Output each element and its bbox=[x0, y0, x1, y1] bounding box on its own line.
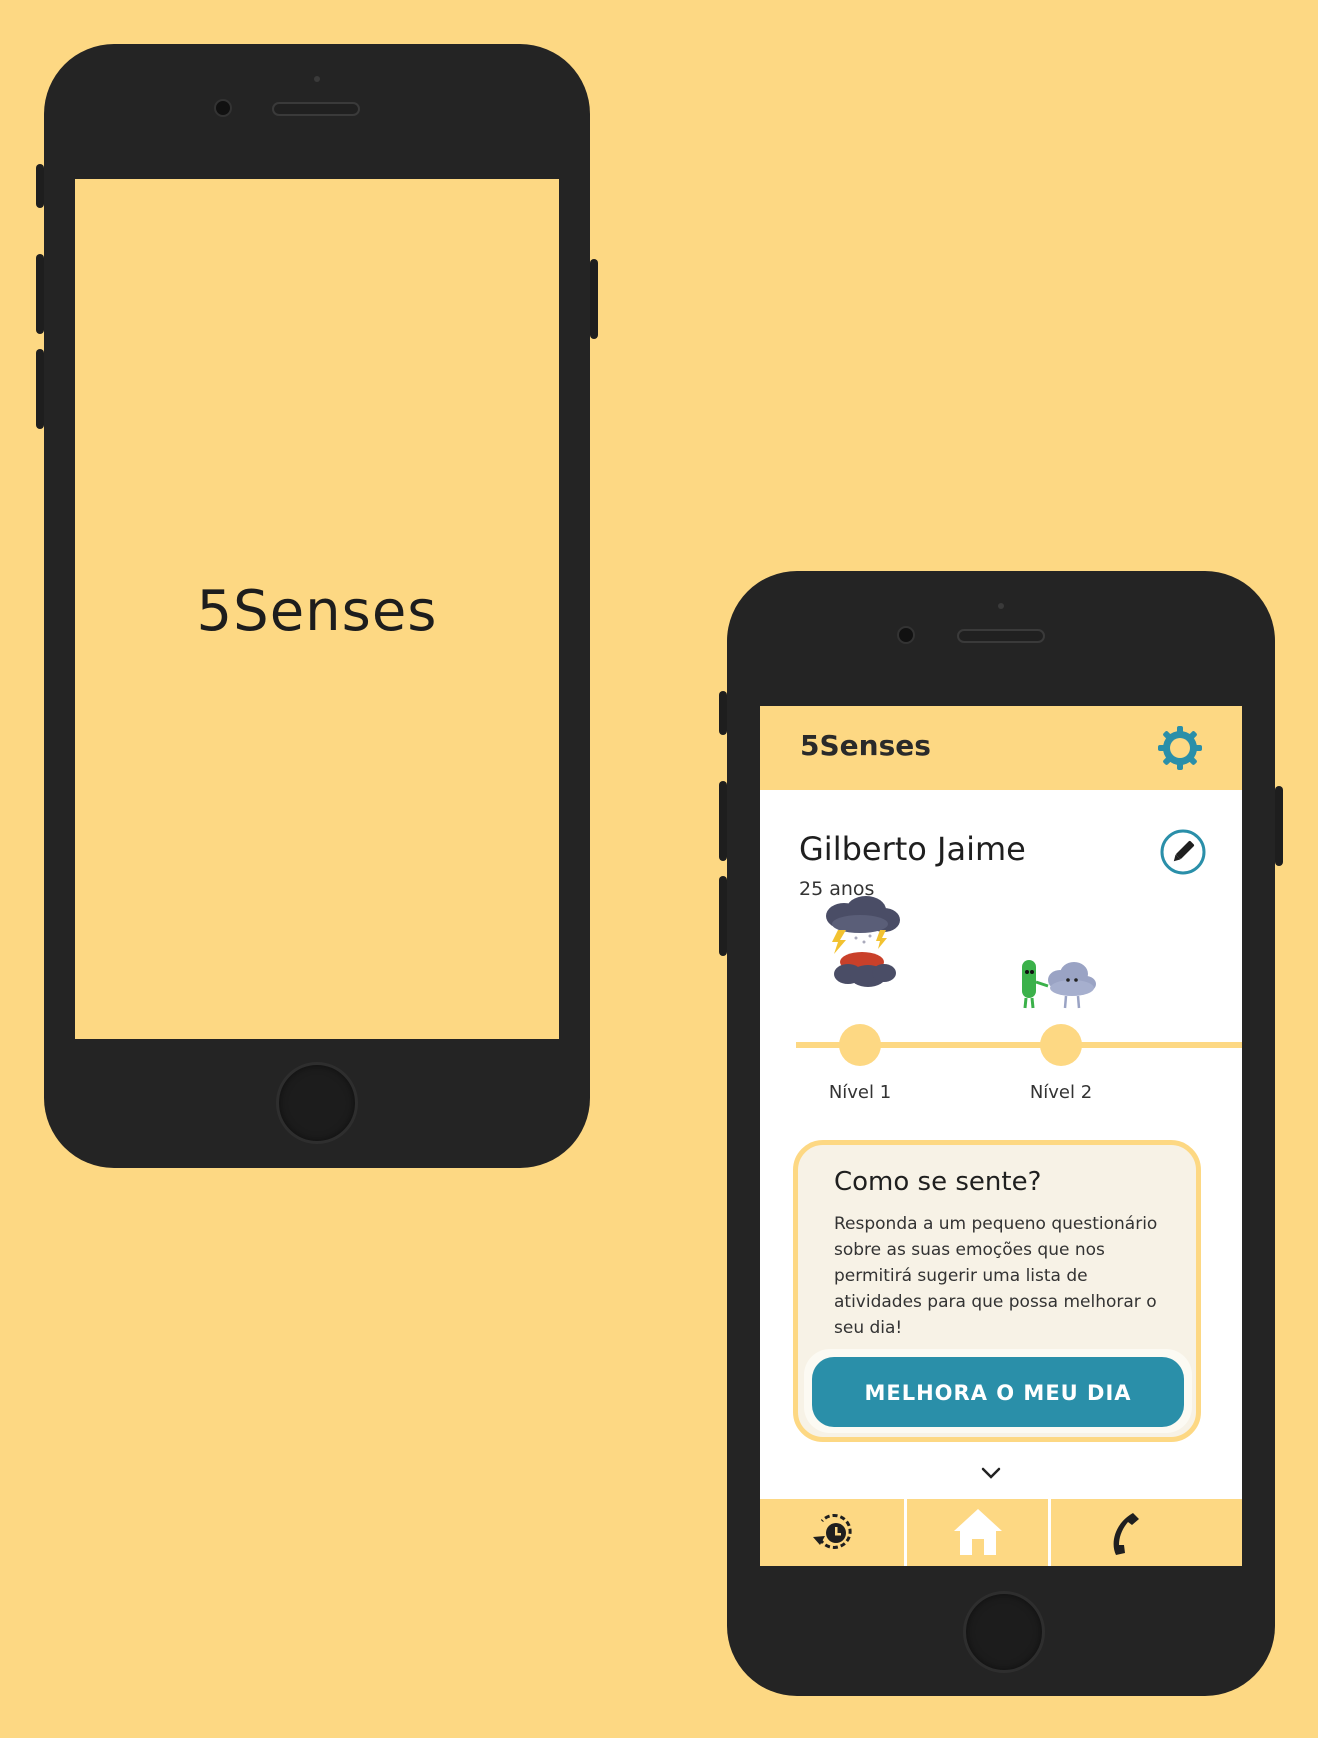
volume-down-button bbox=[719, 876, 727, 956]
settings-gear-icon[interactable] bbox=[1157, 725, 1203, 771]
mood-card: Como se sente? Responda a um pequeno que… bbox=[793, 1140, 1201, 1442]
improve-my-day-button[interactable]: MELHORA O MEU DIA bbox=[812, 1357, 1184, 1427]
power-button bbox=[590, 259, 598, 339]
app-screen: 5Senses Gilberto Jaime 25 anos Nível 1 N… bbox=[760, 706, 1242, 1566]
level-1-marker[interactable] bbox=[839, 1024, 881, 1066]
phone-icon bbox=[1113, 1513, 1139, 1555]
phone-splash: 5Senses bbox=[36, 44, 598, 1168]
card-description: Responda a um pequeno questionário sobre… bbox=[834, 1214, 1158, 1338]
home-button bbox=[963, 1591, 1045, 1673]
card-title: Como se sente? bbox=[834, 1167, 1042, 1197]
history-icon bbox=[813, 1513, 852, 1549]
proximity-sensor bbox=[314, 76, 320, 82]
volume-up-button bbox=[36, 254, 44, 334]
power-button bbox=[1275, 786, 1283, 866]
nav-home-button[interactable] bbox=[907, 1499, 1048, 1566]
front-camera bbox=[897, 626, 915, 644]
nav-history-button[interactable] bbox=[760, 1499, 904, 1566]
cta-container: MELHORA O MEU DIA bbox=[804, 1349, 1192, 1433]
level-1-label: Nível 1 bbox=[828, 1082, 892, 1103]
level-2-label: Nível 2 bbox=[1029, 1082, 1093, 1103]
nav-call-button[interactable] bbox=[1051, 1499, 1242, 1566]
splash-screen: 5Senses bbox=[75, 179, 559, 1039]
home-button bbox=[276, 1062, 358, 1144]
edit-pencil-icon[interactable] bbox=[1159, 828, 1207, 876]
bottom-navigation bbox=[760, 1499, 1242, 1566]
volume-down-button bbox=[36, 349, 44, 429]
companion-cloud-illustration bbox=[1022, 960, 1096, 1009]
earpiece-speaker bbox=[957, 629, 1045, 643]
app-title: 5Senses bbox=[800, 729, 931, 762]
home-icon bbox=[954, 1509, 1002, 1555]
phone-app: 5Senses Gilberto Jaime 25 anos Nível 1 N… bbox=[719, 571, 1283, 1696]
mute-switch bbox=[36, 164, 44, 208]
proximity-sensor bbox=[998, 603, 1004, 609]
earpiece-speaker bbox=[272, 102, 360, 116]
front-camera bbox=[214, 99, 232, 117]
app-header: 5Senses bbox=[760, 706, 1242, 790]
mute-switch bbox=[719, 691, 727, 735]
level-2-marker[interactable] bbox=[1040, 1024, 1082, 1066]
storm-cloud-illustration bbox=[826, 896, 900, 987]
splash-title: 5Senses bbox=[196, 579, 438, 644]
user-name: Gilberto Jaime bbox=[799, 830, 1026, 868]
chevron-down-icon[interactable] bbox=[980, 1466, 1002, 1480]
volume-up-button bbox=[719, 781, 727, 861]
